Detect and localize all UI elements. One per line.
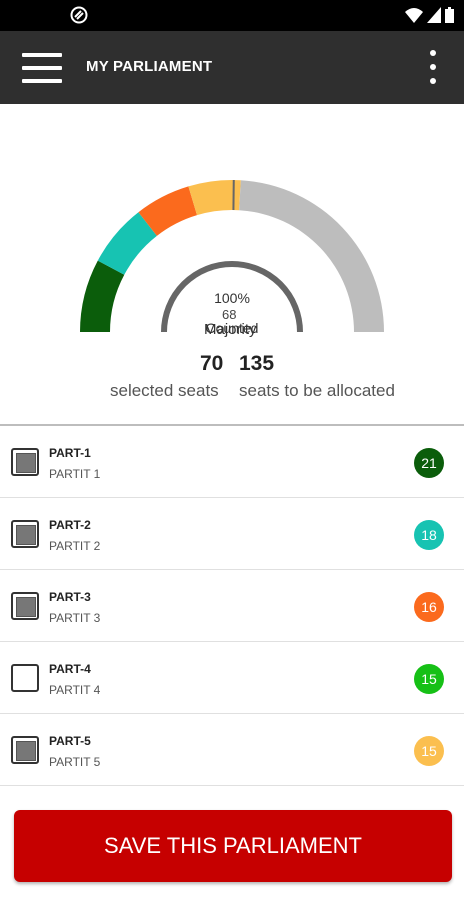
party-row-4[interactable]: PART-4 PARTIT 4 15 [0, 642, 464, 714]
party-checkbox[interactable] [11, 448, 39, 476]
save-parliament-button[interactable]: SAVE THIS PARLIAMENT [14, 810, 452, 882]
selected-seats-count: 70 [200, 352, 224, 375]
party-seat-badge: 15 [414, 664, 444, 694]
party-code: PART-5 [49, 734, 91, 748]
wifi-icon [405, 8, 423, 23]
party-name: PARTIT 2 [49, 539, 101, 553]
system-icons [405, 6, 454, 24]
party-checkbox[interactable] [11, 736, 39, 764]
party-seat-badge: 21 [414, 448, 444, 478]
allocated-seats-label: seats to be allocated [239, 381, 395, 400]
party-name: PARTIT 4 [49, 683, 101, 697]
parliament-gauge: 68 Majority [0, 104, 464, 424]
party-code: PART-2 [49, 518, 91, 532]
party-code: PART-1 [49, 446, 91, 460]
party-list: PART-1 PARTIT 1 21 PART-2 PARTIT 2 18 PA… [0, 424, 464, 786]
party-name: PARTIT 1 [49, 467, 101, 481]
party-seat-badge: 15 [414, 736, 444, 766]
hamburger-menu-icon[interactable] [18, 49, 66, 87]
more-vert-icon[interactable] [420, 47, 446, 87]
party-code: PART-4 [49, 662, 91, 676]
vpn-key-icon [70, 6, 88, 24]
battery-icon [445, 7, 454, 23]
app-title: MY PARLIAMENT [86, 58, 213, 75]
party-checkbox[interactable] [11, 664, 39, 692]
allocated-seats-count: 135 [239, 352, 275, 375]
party-name: PARTIT 5 [49, 755, 101, 769]
party-row-1[interactable]: PART-1 PARTIT 1 21 [0, 426, 464, 498]
counted-percent: 100% [214, 290, 250, 306]
party-seat-badge: 18 [414, 520, 444, 550]
seat-arc-chart [80, 179, 384, 333]
unallocated-seat-segment [239, 180, 384, 332]
party-checkbox[interactable] [11, 592, 39, 620]
party-code: PART-3 [49, 590, 91, 604]
party-name: PARTIT 3 [49, 611, 101, 625]
status-bar [0, 0, 464, 31]
party-row-2[interactable]: PART-2 PARTIT 2 18 [0, 498, 464, 570]
party-seat-badge: 16 [414, 592, 444, 622]
signal-icon [427, 7, 441, 23]
party-row-3[interactable]: PART-3 PARTIT 3 16 [0, 570, 464, 642]
party-checkbox[interactable] [11, 520, 39, 548]
party-row-5[interactable]: PART-5 PARTIT 5 15 [0, 714, 464, 786]
counted-label: Counted [205, 320, 259, 336]
selected-seats-label: selected seats [110, 381, 219, 400]
app-bar: MY PARLIAMENT [0, 31, 464, 104]
